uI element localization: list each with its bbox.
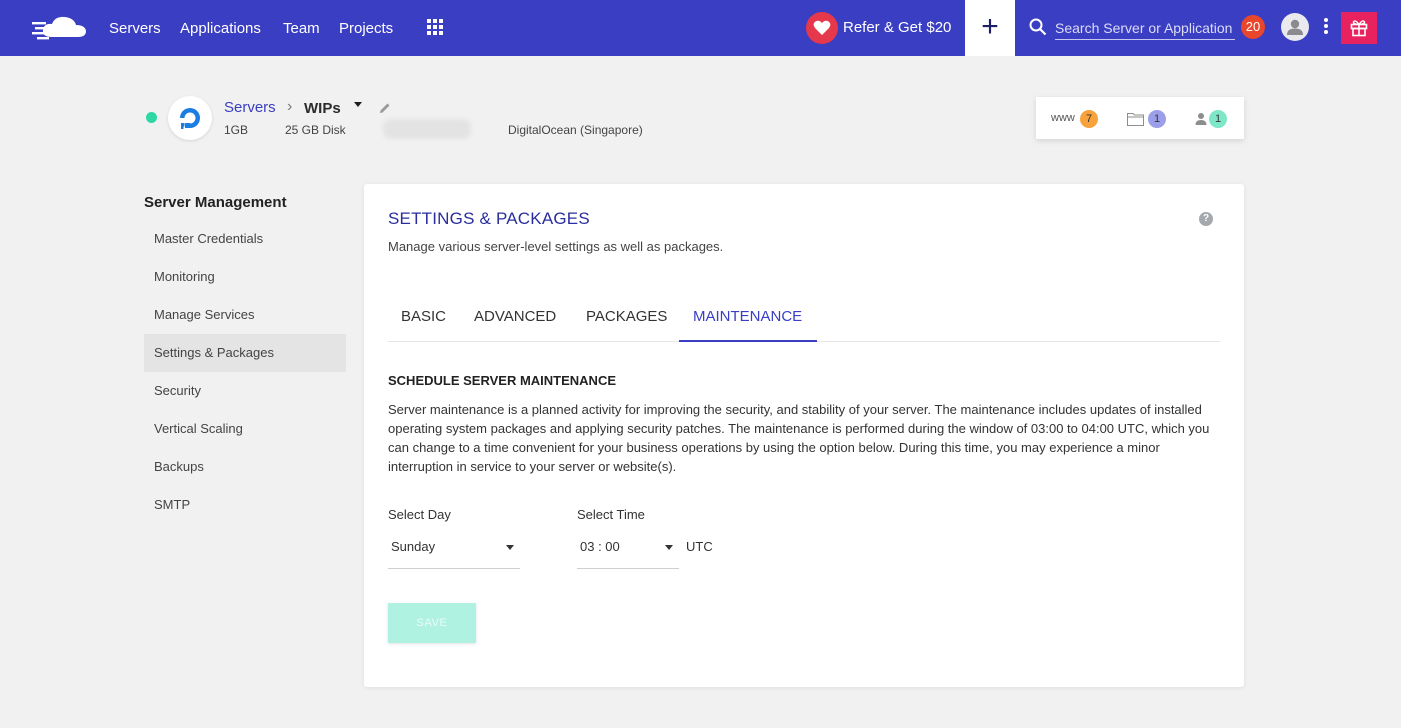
page-title: SETTINGS & PACKAGES: [388, 209, 590, 228]
select-day-label: Select Day: [388, 507, 451, 522]
time-select-value: 03 : 00: [580, 539, 620, 554]
notification-badge[interactable]: 20: [1241, 15, 1265, 39]
folders-count-badge: 1: [1148, 110, 1166, 128]
user-icon: [1195, 113, 1207, 125]
nav-projects[interactable]: Projects: [339, 20, 393, 37]
day-select-value: Sunday: [391, 539, 436, 554]
folder-icon: [1127, 113, 1144, 126]
nav-servers[interactable]: Servers: [109, 20, 161, 37]
cloudways-logo[interactable]: [32, 13, 92, 43]
www-icon: www: [1051, 112, 1075, 124]
gift-icon: [1350, 20, 1368, 37]
server-size: 1GB: [224, 123, 249, 137]
members-counter[interactable]: 1: [1193, 110, 1233, 128]
maintenance-description: Server maintenance is a planned activity…: [388, 402, 1210, 474]
settings-tabs: BASIC ADVANCED PACKAGES MAINTENANCE: [388, 296, 1220, 342]
gift-button[interactable]: [1341, 12, 1377, 44]
page-subtitle: Manage various server-level settings as …: [388, 239, 724, 254]
apps-counter[interactable]: www 7: [1051, 110, 1101, 128]
search-icon: [1029, 18, 1047, 36]
nav-applications[interactable]: Applications: [180, 20, 261, 37]
sidebar-item-master-credentials[interactable]: Master Credentials: [144, 220, 346, 258]
edit-pencil-icon[interactable]: [379, 102, 391, 114]
breadcrumb-servers[interactable]: Servers: [224, 99, 276, 116]
heart-icon[interactable]: [806, 12, 838, 44]
sidebar-item-settings-packages[interactable]: Settings & Packages: [144, 334, 346, 372]
top-navbar: Servers Applications Team Projects Refer…: [0, 0, 1401, 56]
save-button[interactable]: SAVE: [388, 603, 476, 643]
sidebar-item-security[interactable]: Security: [144, 372, 346, 410]
chevron-down-icon: [506, 545, 514, 550]
sidebar-item-smtp[interactable]: SMTP: [144, 486, 346, 524]
sidebar-item-backups[interactable]: Backups: [144, 448, 346, 486]
help-icon[interactable]: ?: [1199, 212, 1213, 226]
breadcrumb-separator: ›: [287, 98, 293, 115]
search-input[interactable]: [1055, 16, 1235, 40]
avatar[interactable]: [1281, 13, 1309, 41]
apps-count-badge: 7: [1080, 110, 1098, 128]
refer-link[interactable]: Refer & Get $20: [843, 19, 951, 36]
day-select[interactable]: Sunday: [388, 535, 520, 569]
time-select[interactable]: 03 : 00: [577, 535, 679, 569]
plus-icon: +: [981, 10, 999, 43]
section-title: SCHEDULE SERVER MAINTENANCE: [388, 373, 617, 388]
sidebar-item-vertical-scaling[interactable]: Vertical Scaling: [144, 410, 346, 448]
settings-card: SETTINGS & PACKAGES Manage various serve…: [364, 184, 1244, 687]
server-status-dot: [146, 112, 157, 123]
server-name: WIPs: [304, 100, 341, 117]
server-provider: DigitalOcean (Singapore): [508, 123, 643, 137]
sidebar-title: Server Management: [144, 194, 287, 211]
server-switch-caret-icon[interactable]: [354, 102, 362, 107]
sidebar-item-monitoring[interactable]: Monitoring: [144, 258, 346, 296]
folders-counter[interactable]: 1: [1127, 110, 1167, 128]
sidebar-item-manage-services[interactable]: Manage Services: [144, 296, 346, 334]
tab-maintenance[interactable]: MAINTENANCE: [679, 308, 817, 342]
tab-basic[interactable]: BASIC: [401, 308, 446, 342]
digitalocean-logo: [168, 96, 212, 140]
timezone-label: UTC: [686, 539, 713, 554]
server-counters: www 7 1 1: [1036, 97, 1244, 139]
members-count-badge: 1: [1209, 110, 1227, 128]
nav-team[interactable]: Team: [283, 20, 320, 37]
apps-grid-icon[interactable]: [427, 19, 443, 35]
server-disk: 25 GB Disk: [285, 123, 346, 137]
tab-packages[interactable]: PACKAGES: [586, 308, 667, 342]
select-time-label: Select Time: [577, 507, 645, 522]
tab-advanced[interactable]: ADVANCED: [474, 308, 556, 342]
add-button[interactable]: +: [965, 0, 1015, 56]
server-ip-redacted: [383, 119, 471, 139]
chevron-down-icon: [665, 545, 673, 550]
user-avatar-icon: [1287, 19, 1303, 35]
more-menu-icon[interactable]: [1322, 18, 1330, 38]
